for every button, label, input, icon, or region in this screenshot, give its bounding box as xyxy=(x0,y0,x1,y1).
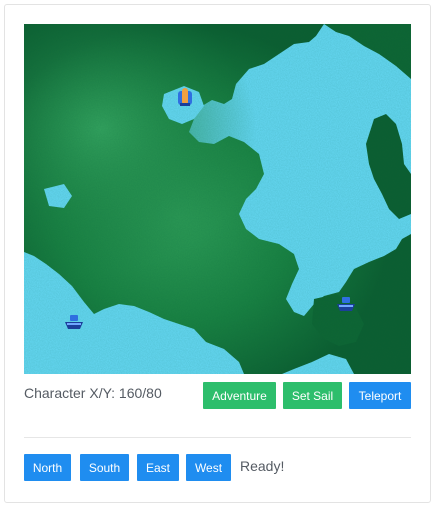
divider xyxy=(24,437,411,438)
character-icon[interactable] xyxy=(176,87,194,107)
teleport-button[interactable]: Teleport xyxy=(349,382,411,409)
world-map[interactable] xyxy=(24,24,411,374)
status-message: Ready! xyxy=(240,458,285,474)
character-coordinates: Character X/Y: 160/80 xyxy=(24,385,162,401)
west-button[interactable]: West xyxy=(186,454,231,481)
boat-icon[interactable] xyxy=(64,314,84,330)
east-button[interactable]: East xyxy=(137,454,179,481)
north-button[interactable]: North xyxy=(24,454,71,481)
south-button[interactable]: South xyxy=(80,454,129,481)
boat-icon[interactable] xyxy=(336,296,356,312)
adventure-button[interactable]: Adventure xyxy=(203,382,276,409)
set-sail-button[interactable]: Set Sail xyxy=(283,382,342,409)
